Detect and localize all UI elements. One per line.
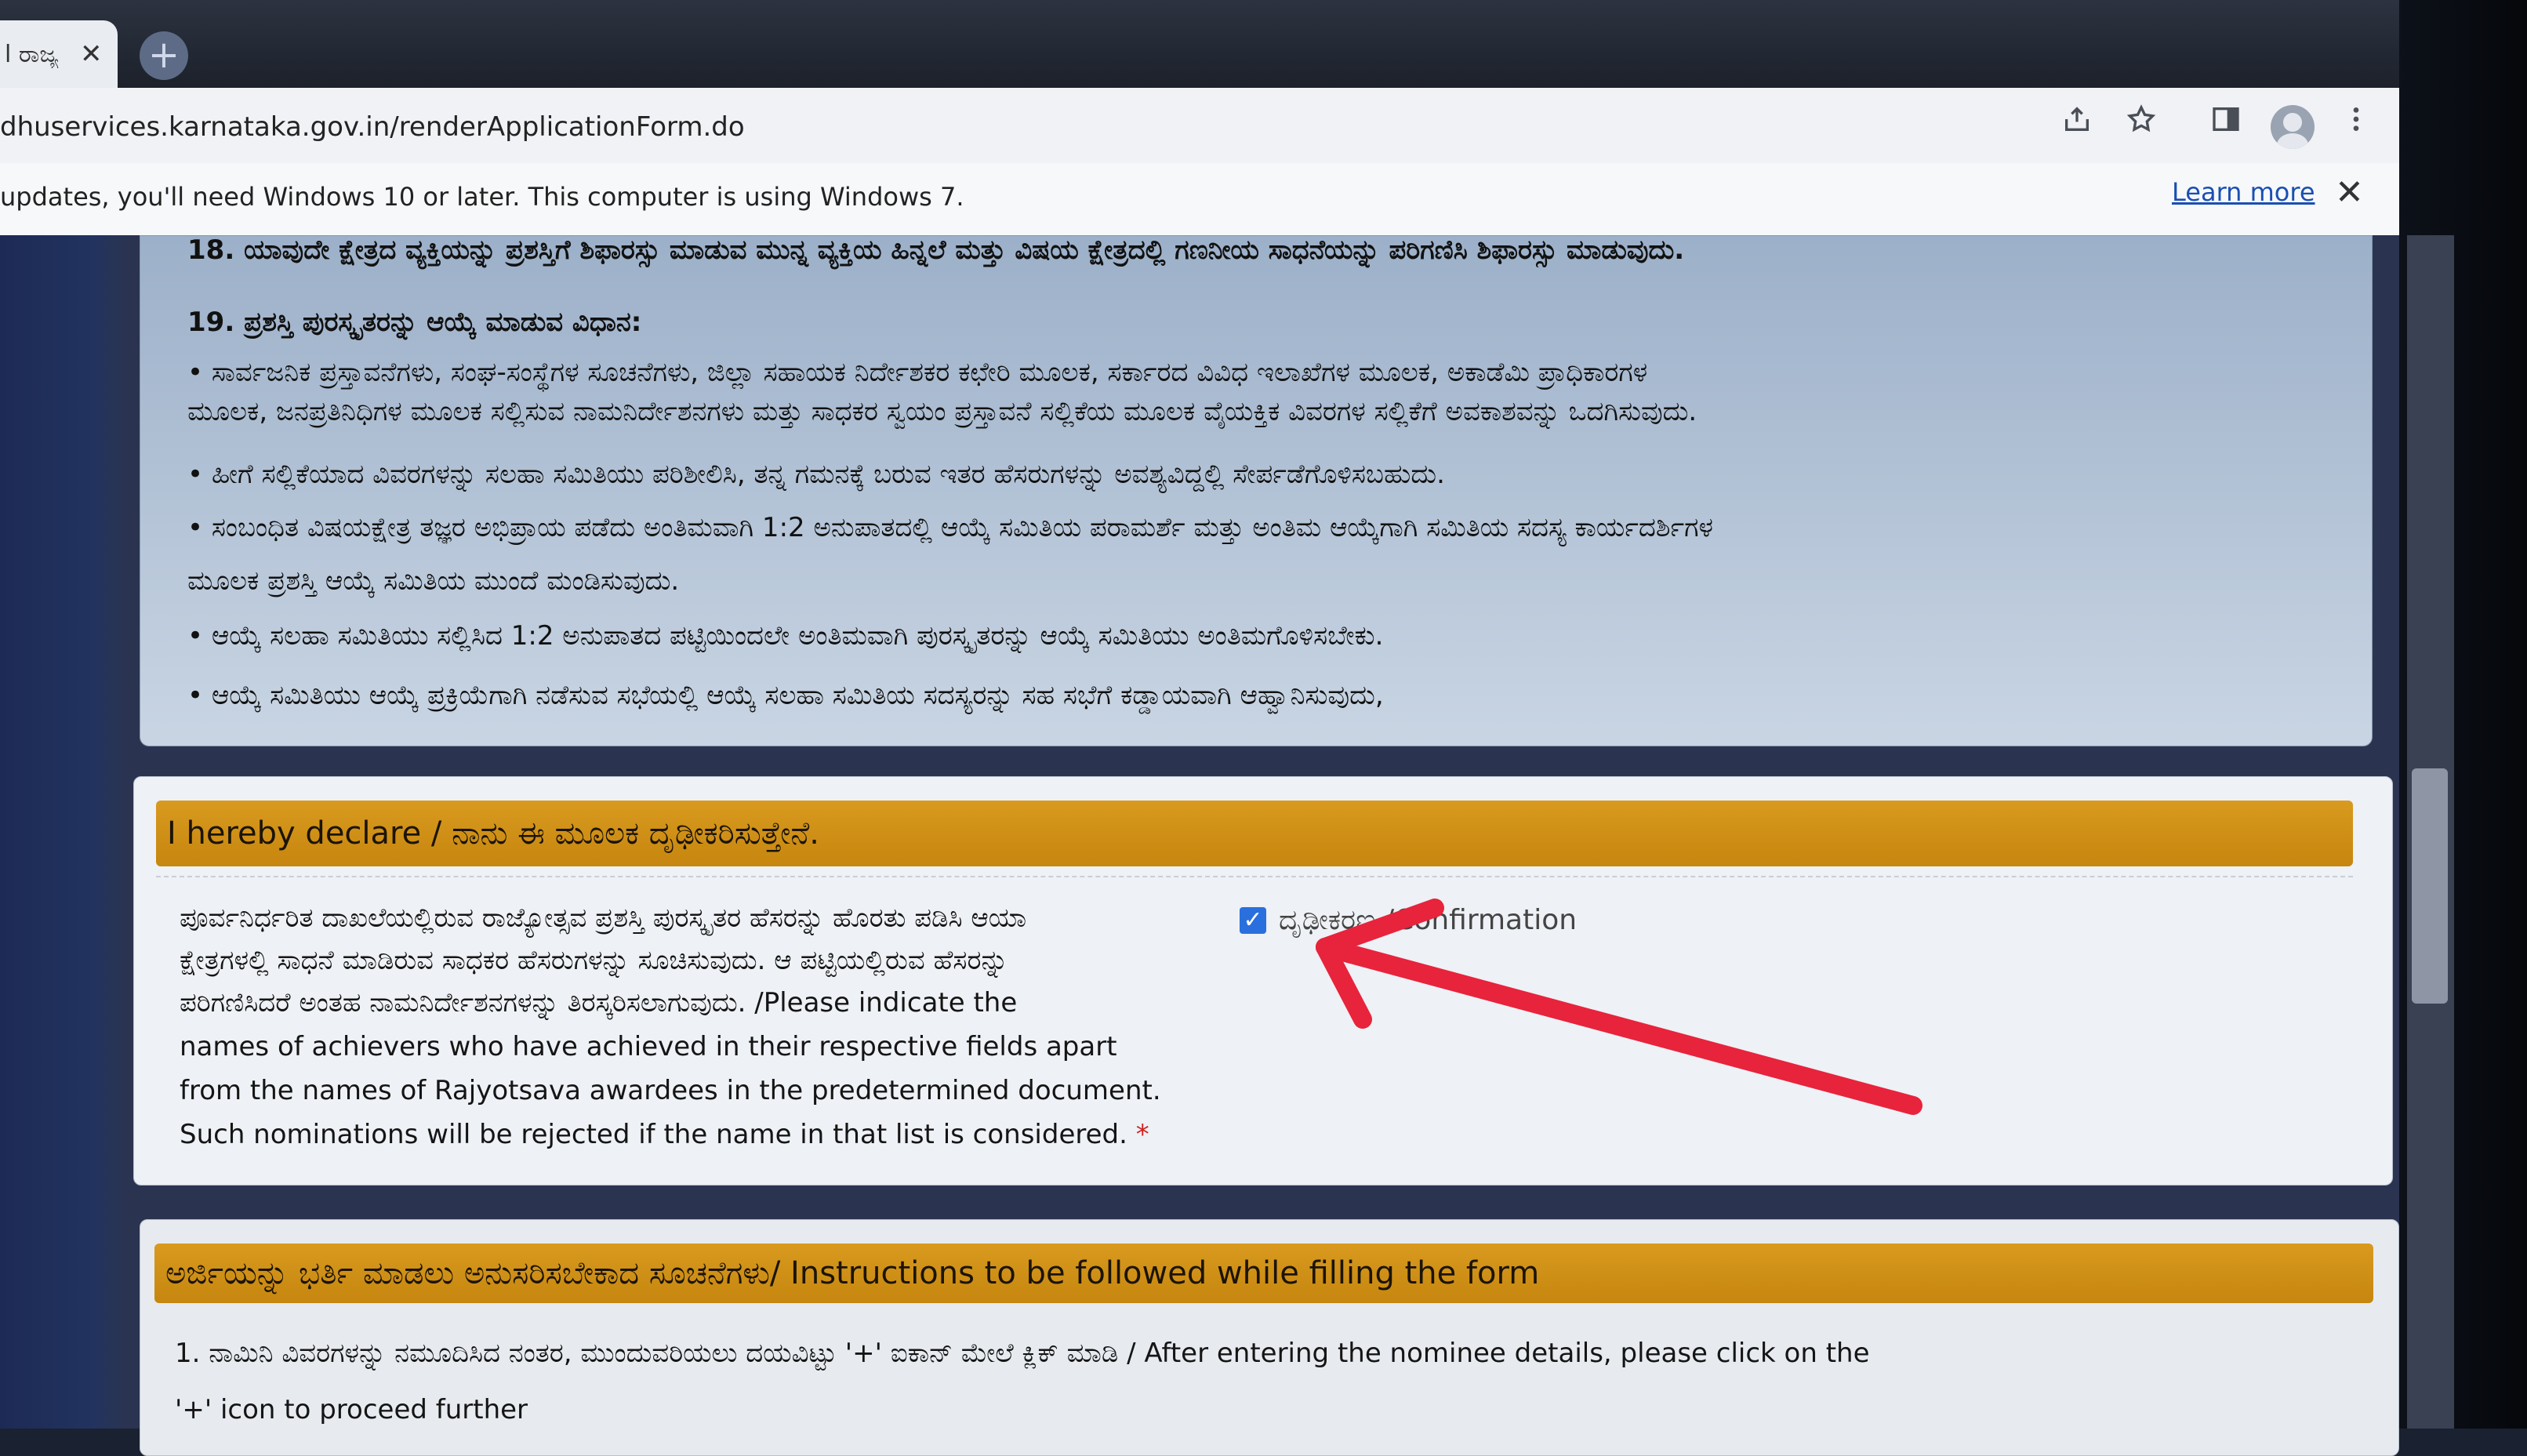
red-arrow-annotation	[1316, 899, 1922, 1115]
